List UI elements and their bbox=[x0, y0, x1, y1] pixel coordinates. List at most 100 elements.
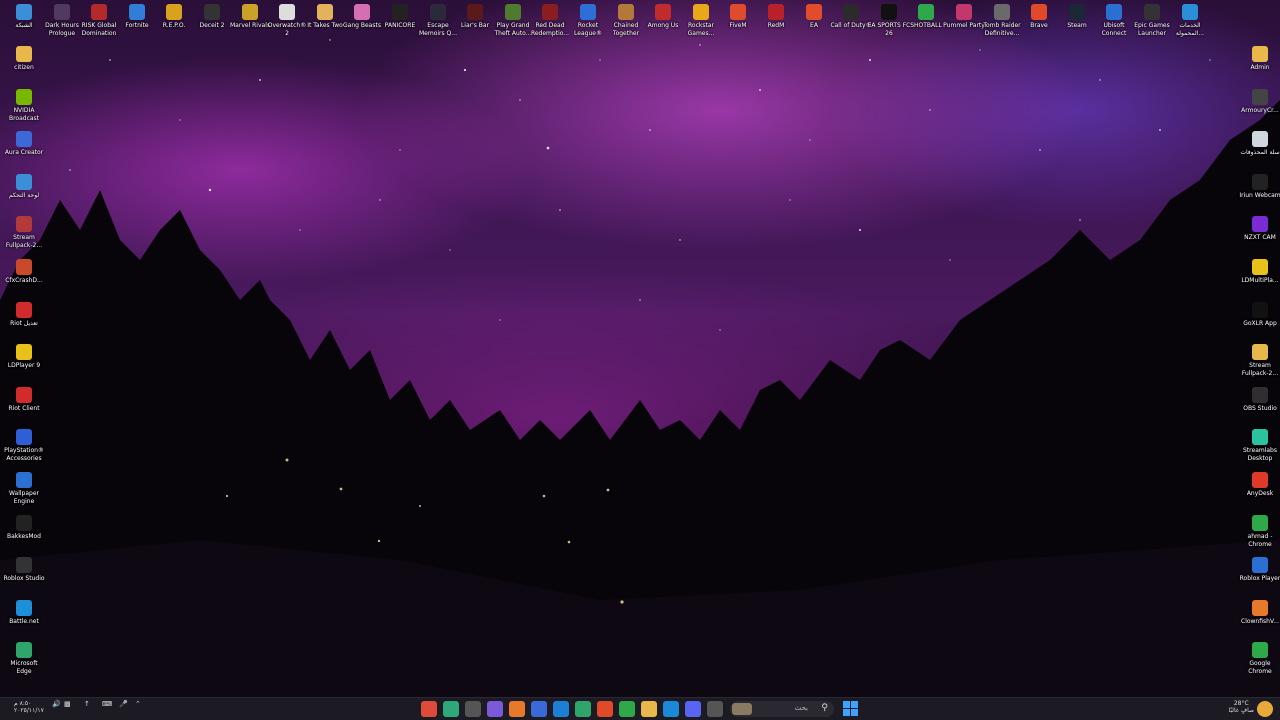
search-placeholder: بحث bbox=[794, 704, 808, 712]
right-desktop-shortcut[interactable]: LDMultiPla... bbox=[1238, 259, 1280, 285]
shortcut-label: Stream Fullpack-2... bbox=[5, 234, 43, 249]
roblox-icon bbox=[1252, 557, 1268, 573]
app-8-icon[interactable] bbox=[707, 701, 723, 717]
left-desktop-shortcut[interactable]: Aura Creator bbox=[2, 131, 46, 157]
discord-icon[interactable] bbox=[685, 701, 701, 717]
shortcut-label: Wallpaper Engine bbox=[8, 490, 39, 505]
top-desktop-shortcut[interactable]: الخدمات المحمولة... bbox=[1168, 4, 1212, 37]
goxlr-icon bbox=[1252, 302, 1268, 318]
left-desktop-shortcut[interactable]: Stream Fullpack-2... bbox=[2, 216, 46, 249]
right-desktop-shortcut[interactable]: AnyDesk bbox=[1238, 472, 1280, 498]
chrome-icon bbox=[1252, 642, 1268, 658]
app-3-icon[interactable] bbox=[465, 701, 481, 717]
game-icon bbox=[768, 4, 784, 20]
app-7-icon[interactable] bbox=[553, 701, 569, 717]
shortcut-label: OBS Studio bbox=[1243, 405, 1277, 412]
left-desktop-shortcut[interactable]: PlayStation® Accessories bbox=[2, 429, 46, 462]
app-6-icon[interactable] bbox=[531, 701, 547, 717]
epic-icon bbox=[1144, 4, 1160, 20]
shortcut-label: سلة المحذوفات bbox=[1240, 149, 1280, 156]
app-1-icon[interactable] bbox=[421, 701, 437, 717]
edge-icon[interactable] bbox=[575, 701, 591, 717]
app-4-icon[interactable] bbox=[487, 701, 503, 717]
system-tray-clock[interactable]: ٨:٥٠ م ٢٠٢٥/١١/١٧ bbox=[14, 700, 44, 714]
anydesk-icon bbox=[1252, 472, 1268, 488]
left-desktop-shortcut[interactable]: NVIDIA Broadcast bbox=[2, 89, 46, 122]
left-desktop-shortcut[interactable]: CfxCrashD... bbox=[2, 259, 46, 285]
left-desktop-shortcut[interactable]: Battle.net bbox=[2, 600, 46, 626]
game-icon bbox=[918, 4, 934, 20]
game-icon bbox=[542, 4, 558, 20]
right-desktop-shortcut[interactable]: Google Chrome bbox=[1238, 642, 1280, 675]
left-desktop-shortcut[interactable]: Microsoft Edge bbox=[2, 642, 46, 675]
ldplayer-icon bbox=[1252, 259, 1268, 275]
weather-temperature: 28°C bbox=[1233, 700, 1249, 707]
keyboard-icon[interactable]: ⌨ bbox=[102, 700, 112, 708]
nvidia-icon bbox=[16, 89, 32, 105]
shortcut-label: Stream Fullpack-2... bbox=[1241, 362, 1279, 377]
tray-overflow-chevron-icon[interactable]: ⌃ bbox=[135, 700, 141, 708]
weather-widget[interactable]: 28°C صافٍ غالبًا bbox=[1229, 700, 1254, 714]
shortcut-label: Roblox Player bbox=[1239, 575, 1280, 582]
battlenet-icon bbox=[16, 600, 32, 616]
streamlabs-icon bbox=[1252, 429, 1268, 445]
obs-icon bbox=[1252, 387, 1268, 403]
left-desktop-shortcut[interactable]: citizen bbox=[2, 46, 46, 72]
right-desktop-shortcut[interactable]: سلة المحذوفات bbox=[1238, 131, 1280, 157]
right-desktop-shortcut[interactable]: Roblox Player bbox=[1238, 557, 1280, 583]
game-icon bbox=[655, 4, 671, 20]
shortcut-label: Riot Client bbox=[8, 405, 40, 412]
bakkesmod-icon bbox=[16, 515, 32, 531]
chrome-icon[interactable] bbox=[619, 701, 635, 717]
game-icon bbox=[91, 4, 107, 20]
roblox-icon bbox=[16, 557, 32, 573]
aura-icon bbox=[16, 131, 32, 147]
right-desktop-shortcut[interactable]: ArmouryCr... bbox=[1238, 89, 1280, 115]
edge-icon bbox=[16, 642, 32, 658]
windows-start-icon[interactable] bbox=[843, 701, 859, 717]
left-desktop-shortcut[interactable]: لوحة التحكم bbox=[2, 174, 46, 200]
right-desktop-shortcut[interactable]: Streamlabs Desktop bbox=[1238, 429, 1280, 462]
folder-icon bbox=[1252, 344, 1268, 360]
brave-icon[interactable] bbox=[597, 701, 613, 717]
game-icon bbox=[881, 4, 897, 20]
microphone-icon[interactable]: 🎤 bbox=[119, 700, 128, 708]
right-desktop-shortcut[interactable]: Stream Fullpack-2... bbox=[1238, 344, 1280, 377]
right-desktop-shortcut[interactable]: OBS Studio bbox=[1238, 387, 1280, 413]
right-desktop-shortcut[interactable]: NZXT CAM bbox=[1238, 216, 1280, 242]
speaker-icon[interactable]: 🔊 bbox=[52, 700, 61, 708]
file-explorer-icon[interactable] bbox=[641, 701, 657, 717]
language-icon[interactable]: ↑ bbox=[84, 700, 90, 708]
game-icon bbox=[129, 4, 145, 20]
app-2-icon[interactable] bbox=[443, 701, 459, 717]
right-desktop-shortcut[interactable]: GoXLR App bbox=[1238, 302, 1280, 328]
left-desktop-shortcut[interactable]: Riot Client bbox=[2, 387, 46, 413]
armoury-icon bbox=[1252, 89, 1268, 105]
left-desktop-shortcut[interactable]: Roblox Studio bbox=[2, 557, 46, 583]
network-icon[interactable]: ▩ bbox=[64, 700, 71, 708]
wallpaper-forest bbox=[0, 100, 1280, 698]
right-desktop-shortcut[interactable]: Admin bbox=[1238, 46, 1280, 72]
clownfish-icon bbox=[1252, 600, 1268, 616]
app-icon bbox=[16, 259, 32, 275]
weather-sun-icon[interactable] bbox=[1257, 701, 1273, 717]
left-desktop-shortcut[interactable]: Riot تعديل bbox=[2, 302, 46, 328]
app-5-icon[interactable] bbox=[509, 701, 525, 717]
riot-icon bbox=[16, 387, 32, 403]
taskbar-search[interactable]: بحث ⚲ bbox=[730, 701, 834, 717]
shortcut-label: Google Chrome bbox=[1248, 660, 1272, 675]
game-icon bbox=[279, 4, 295, 20]
shortcut-label: AnyDesk bbox=[1246, 490, 1274, 497]
search-icon: ⚲ bbox=[821, 703, 828, 713]
right-desktop-shortcut[interactable]: Iriun Webcam bbox=[1238, 174, 1280, 200]
left-desktop-shortcut[interactable]: Wallpaper Engine bbox=[2, 472, 46, 505]
steam-icon[interactable] bbox=[663, 701, 679, 717]
right-desktop-shortcut[interactable]: ClownfishV... bbox=[1238, 600, 1280, 626]
right-desktop-shortcut[interactable]: ahmad - Chrome bbox=[1238, 515, 1280, 548]
taskbar: ٨:٥٠ م ٢٠٢٥/١١/١٧ 🔊 ▩ ↑ ⌨ 🎤 ⌃ بحث ⚲ 28°C… bbox=[0, 697, 1280, 720]
ubisoft-icon bbox=[1106, 4, 1122, 20]
left-desktop-shortcut[interactable]: BakkesMod bbox=[2, 515, 46, 541]
shortcut-label: Battle.net bbox=[9, 618, 39, 625]
shortcut-label: لوحة التحكم bbox=[8, 192, 40, 199]
left-desktop-shortcut[interactable]: LDPlayer 9 bbox=[2, 344, 46, 370]
